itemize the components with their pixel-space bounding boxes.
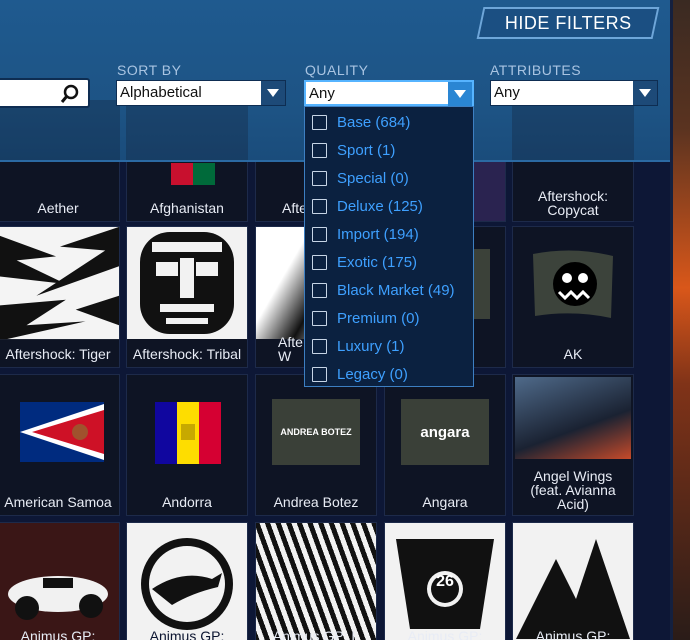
- checkbox[interactable]: [312, 198, 327, 214]
- quality-value: Any: [309, 85, 335, 102]
- item-tile[interactable]: Animus GP:: [0, 522, 120, 640]
- item-name: Animus GP: L: [272, 628, 360, 640]
- sort-by-select[interactable]: Alphabetical: [116, 80, 286, 106]
- option-label: Premium (0): [337, 309, 420, 327]
- option-label: Deluxe (125): [337, 197, 423, 215]
- checkbox[interactable]: [312, 170, 327, 186]
- item-tile[interactable]: angara Angara: [384, 374, 506, 516]
- item-tile[interactable]: Animus GP:: [126, 522, 248, 640]
- item-tile[interactable]: Angel Wings (feat. Avianna Acid): [512, 374, 634, 516]
- flag-text: angara: [420, 423, 470, 441]
- animus-26-art: 26: [385, 523, 505, 640]
- checkbox[interactable]: [312, 226, 327, 242]
- flag-art: angara: [389, 379, 501, 485]
- attributes-label: ATTRIBUTES: [490, 62, 582, 78]
- garage-background-edge: [670, 0, 690, 640]
- option-label: Black Market (49): [337, 281, 455, 299]
- flag-art: ANDREA BOTEZ: [260, 379, 372, 485]
- quality-select[interactable]: Any: [304, 80, 474, 106]
- item-name: AK: [563, 346, 583, 362]
- checkbox[interactable]: [312, 366, 327, 382]
- andorra-flag-art: [131, 379, 243, 485]
- animus-lines-art: [256, 523, 376, 640]
- attributes-select[interactable]: Any: [490, 80, 658, 106]
- car-art: [0, 523, 119, 640]
- item-tile[interactable]: AK: [512, 226, 634, 368]
- quality-option-deluxe[interactable]: Deluxe (125): [305, 192, 473, 220]
- sort-by-label: SORT BY: [117, 62, 182, 78]
- animus-panther-art: [127, 523, 247, 640]
- quality-option-base[interactable]: Base (684): [305, 108, 473, 136]
- item-name: Aether: [37, 200, 79, 216]
- flag-text: ANDREA BOTEZ: [280, 427, 352, 437]
- checkbox[interactable]: [312, 114, 327, 130]
- item-name: Aftershock: Tiger: [5, 346, 111, 362]
- item-tile[interactable]: Aftershock: Tiger: [0, 226, 120, 368]
- chevron-down-icon: [448, 82, 472, 106]
- hide-filters-label: HIDE FILTERS: [504, 12, 632, 33]
- chevron-down-icon: [633, 81, 657, 105]
- item-name: Aftershock: Copycat: [537, 188, 609, 218]
- option-label: Legacy (0): [337, 365, 408, 383]
- quality-option-exotic[interactable]: Exotic (175): [305, 248, 473, 276]
- item-name: Animus GP:: [149, 628, 225, 640]
- search-input[interactable]: [0, 78, 90, 108]
- option-label: Import (194): [337, 225, 419, 243]
- checkbox[interactable]: [312, 254, 327, 270]
- tiger-stripes-art: [0, 227, 119, 340]
- checkbox[interactable]: [312, 282, 327, 298]
- item-tile[interactable]: American Samoa: [0, 374, 120, 516]
- quality-option-luxury[interactable]: Luxury (1): [305, 332, 473, 360]
- item-name: Angel Wings (feat. Avianna Acid): [530, 468, 616, 512]
- item-name: Andrea Botez: [273, 494, 359, 510]
- item-name: Afghanistan: [150, 200, 224, 216]
- animus-bird-art: [513, 523, 633, 640]
- item-tile[interactable]: 26 Animus GP:: [384, 522, 506, 640]
- item-name: Animus GP:: [407, 628, 483, 640]
- search-icon: [60, 84, 80, 109]
- item-name: Animus GP:: [20, 628, 96, 640]
- quality-option-sport[interactable]: Sport (1): [305, 136, 473, 164]
- item-tile[interactable]: ANDREA BOTEZ Andrea Botez: [255, 374, 377, 516]
- quality-label: QUALITY: [305, 62, 369, 78]
- number-text: 26: [436, 573, 454, 590]
- quality-option-legacy[interactable]: Legacy (0): [305, 360, 473, 388]
- item-name: American Samoa: [4, 494, 112, 510]
- quality-option-black-market[interactable]: Black Market (49): [305, 276, 473, 304]
- hide-filters-button[interactable]: HIDE FILTERS: [476, 7, 660, 39]
- checkbox[interactable]: [312, 310, 327, 326]
- item-name: Aftershock: Tribal: [132, 346, 242, 362]
- quality-option-import[interactable]: Import (194): [305, 220, 473, 248]
- item-name: Angara: [422, 494, 468, 510]
- option-label: Exotic (175): [337, 253, 418, 271]
- sort-by-value: Alphabetical: [120, 84, 202, 101]
- attributes-value: Any: [494, 84, 520, 101]
- chevron-down-icon: [261, 81, 285, 105]
- angel-wings-art: [515, 377, 631, 459]
- option-label: Special (0): [337, 169, 409, 187]
- option-label: Base (684): [337, 113, 411, 131]
- tribal-mask-art: [127, 227, 247, 339]
- checkbox[interactable]: [312, 142, 327, 158]
- checkbox[interactable]: [312, 338, 327, 354]
- ak-flag-art: [517, 231, 629, 337]
- item-name: Animus GP:: [535, 628, 611, 640]
- item-tile[interactable]: Animus GP: L: [255, 522, 377, 640]
- item-tile[interactable]: Animus GP:: [512, 522, 634, 640]
- item-tile[interactable]: Aftershock: Tribal: [126, 226, 248, 368]
- option-label: Sport (1): [337, 141, 396, 159]
- item-name: Andorra: [162, 494, 212, 510]
- quality-option-premium[interactable]: Premium (0): [305, 304, 473, 332]
- quality-option-special[interactable]: Special (0): [305, 164, 473, 192]
- quality-dropdown-menu: Base (684) Sport (1) Special (0) Deluxe …: [304, 106, 474, 387]
- option-label: Luxury (1): [337, 337, 405, 355]
- american-samoa-flag-art: [1, 379, 115, 485]
- item-tile[interactable]: Andorra: [126, 374, 248, 516]
